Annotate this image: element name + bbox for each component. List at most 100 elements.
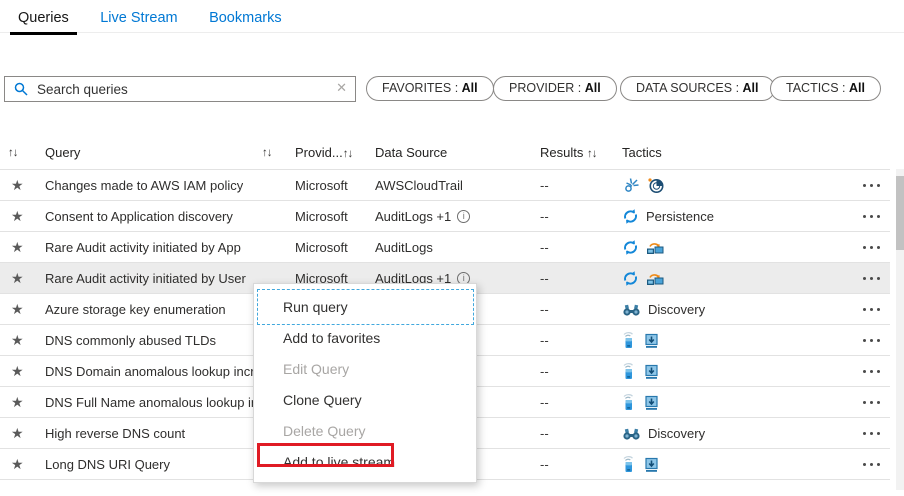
filter-provider[interactable]: PROVIDER : All: [493, 76, 617, 101]
tactics-cell: [622, 232, 664, 263]
menu-item-edit-query: Edit Query: [254, 354, 476, 385]
tab-bookmarks[interactable]: Bookmarks: [201, 8, 290, 32]
favorite-star-icon[interactable]: ★: [11, 356, 24, 387]
query-name: Long DNS URI Query: [45, 449, 170, 480]
data-source-value: AuditLogs: [375, 232, 433, 263]
favorite-star-icon[interactable]: ★: [11, 387, 24, 418]
download-tray-icon: [643, 363, 660, 380]
query-name: Consent to Application discovery: [45, 201, 233, 232]
favorite-star-icon[interactable]: ★: [11, 418, 24, 449]
mobile-signal-icon: [622, 394, 636, 411]
clear-search-icon[interactable]: ✕: [336, 80, 347, 96]
filter-separator: :: [732, 81, 742, 95]
hunting-queries-panel: Queries Live Stream Bookmarks ✕ FAVORITE…: [0, 0, 904, 496]
column-header-provider-label: Provid...: [295, 145, 343, 160]
download-tray-icon: [643, 394, 660, 411]
favorite-star-icon[interactable]: ★: [11, 325, 24, 356]
menu-item-add-to-live-stream[interactable]: Add to live stream: [254, 447, 476, 478]
favorite-star-icon[interactable]: ★: [11, 294, 24, 325]
tactics-cell: [622, 449, 660, 480]
tab-live-stream[interactable]: Live Stream: [92, 8, 185, 32]
mobile-signal-icon: [622, 363, 636, 380]
tactic-label: Persistence: [646, 201, 714, 232]
row-more-button[interactable]: [856, 418, 886, 449]
row-more-button[interactable]: [856, 232, 886, 263]
mobile-signal-icon: [622, 332, 636, 349]
filter-data-sources-label: DATA SOURCES: [636, 81, 732, 95]
search-input[interactable]: [4, 76, 356, 102]
results-value: --: [540, 325, 549, 356]
favorite-star-icon[interactable]: ★: [11, 263, 24, 294]
tab-queries[interactable]: Queries: [10, 8, 77, 35]
results-value: --: [540, 294, 549, 325]
filter-tactics[interactable]: TACTICS : All: [770, 76, 881, 101]
filter-separator: :: [839, 81, 849, 95]
favorite-star-icon[interactable]: ★: [11, 449, 24, 480]
sort-icon[interactable]: ↑↓: [587, 148, 597, 160]
filter-data-sources[interactable]: DATA SOURCES : All: [620, 76, 775, 101]
row-more-button[interactable]: [856, 356, 886, 387]
tactics-cell: [622, 170, 664, 201]
column-header-results[interactable]: Results ↑↓: [540, 138, 596, 169]
sort-icon[interactable]: ↑↓: [343, 148, 353, 160]
favorite-star-icon[interactable]: ★: [11, 170, 24, 201]
row-more-button[interactable]: [856, 263, 886, 294]
results-value: --: [540, 356, 549, 387]
search-box: ✕: [4, 76, 356, 102]
favorite-star-icon[interactable]: ★: [11, 201, 24, 232]
column-header-provider[interactable]: Provid...↑↓: [295, 138, 352, 169]
results-value: --: [540, 449, 549, 480]
row-more-button[interactable]: [856, 325, 886, 356]
query-name: DNS Full Name anomalous lookup increase: [45, 387, 260, 418]
vertical-scrollbar[interactable]: [896, 169, 904, 490]
tactics-cell: [622, 387, 660, 418]
tactics-cell: [622, 325, 660, 356]
sort-icon[interactable]: ↑↓: [8, 138, 18, 168]
data-source-value: AuditLogs +1i: [375, 201, 470, 232]
menu-item-run-query[interactable]: Run query: [254, 292, 476, 323]
filter-provider-value: All: [585, 81, 601, 95]
pie-chart-icon: [647, 177, 664, 194]
query-name: Rare Audit activity initiated by App: [45, 232, 241, 263]
filter-favorites[interactable]: FAVORITES : All: [366, 76, 494, 101]
tactics-cell: Discovery: [622, 294, 705, 325]
results-value: --: [540, 232, 549, 263]
table-row[interactable]: ★Changes made to AWS IAM policyMicrosoft…: [0, 170, 890, 201]
menu-item-add-to-favorites[interactable]: Add to favorites: [254, 323, 476, 354]
table-row[interactable]: ★ Consent to Application discovery Microso…: [0, 201, 890, 232]
data-source-value: AWSCloudTrail: [375, 170, 463, 201]
starburst-icon: [622, 177, 640, 194]
row-more-button[interactable]: [856, 201, 886, 232]
column-header-query[interactable]: Query: [45, 138, 80, 168]
tactic-label: Discovery: [648, 294, 705, 325]
menu-item-delete-query: Delete Query: [254, 416, 476, 447]
tactics-cell: Discovery: [622, 418, 705, 449]
row-more-button[interactable]: [856, 170, 886, 201]
download-tray-icon: [643, 456, 660, 473]
query-name: Rare Audit activity initiated by User: [45, 263, 246, 294]
tactics-cell: [622, 263, 664, 294]
filter-favorites-label: FAVORITES: [382, 81, 451, 95]
row-more-button[interactable]: [856, 449, 886, 480]
monitors-arrow-icon: [646, 240, 664, 256]
scrollbar-thumb[interactable]: [896, 176, 904, 250]
menu-item-clone-query[interactable]: Clone Query: [254, 385, 476, 416]
info-icon[interactable]: i: [457, 210, 470, 223]
favorite-star-icon[interactable]: ★: [11, 232, 24, 263]
binoculars-icon: [622, 427, 641, 441]
tactics-cell: Persistence: [622, 201, 714, 232]
results-value: --: [540, 263, 549, 294]
provider-value: Microsoft: [295, 170, 348, 201]
query-name: High reverse DNS count: [45, 418, 185, 449]
mobile-signal-icon: [622, 456, 636, 473]
sort-icon[interactable]: ↑↓: [262, 138, 272, 168]
row-more-button[interactable]: [856, 294, 886, 325]
column-header-data-source[interactable]: Data Source: [375, 138, 447, 168]
row-more-button[interactable]: [856, 387, 886, 418]
results-value: --: [540, 201, 549, 232]
provider-value: Microsoft: [295, 201, 348, 232]
sync-arrows-icon: [622, 270, 639, 287]
filter-separator: :: [574, 81, 584, 95]
table-row[interactable]: ★Rare Audit activity initiated by AppMic…: [0, 232, 890, 263]
filter-tactics-value: All: [849, 81, 865, 95]
